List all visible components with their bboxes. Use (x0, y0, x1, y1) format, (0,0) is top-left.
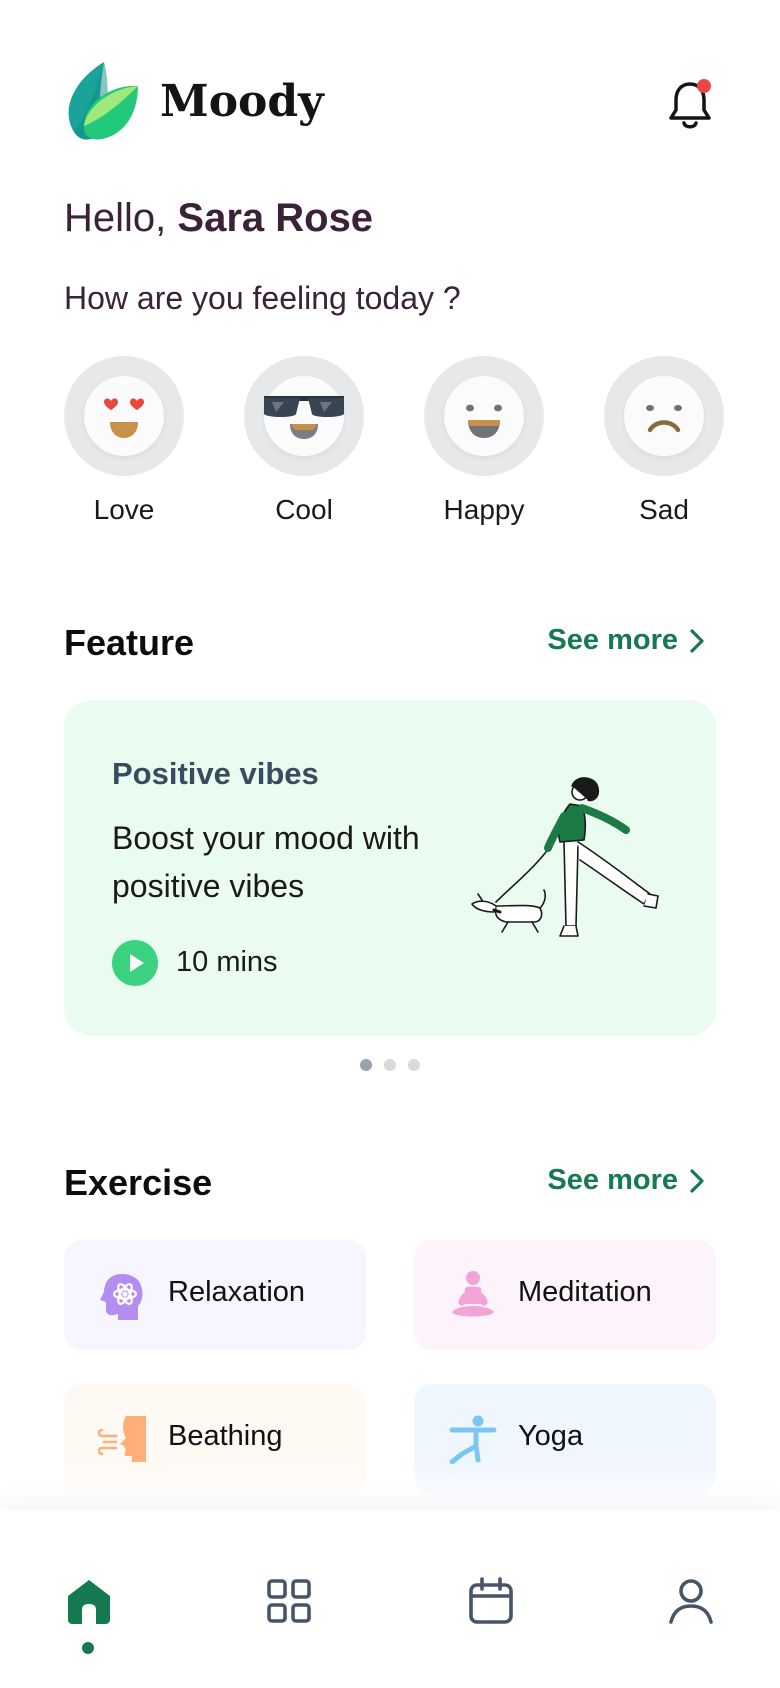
pager-dot[interactable] (360, 1059, 372, 1071)
head-atom-icon (98, 1270, 148, 1320)
user-icon (669, 1579, 713, 1624)
scroll-fade (0, 1460, 780, 1510)
mood-love-ring (64, 356, 184, 476)
mood-cool[interactable]: Cool (244, 356, 364, 526)
leaf-logo-icon (64, 60, 140, 146)
play-icon (130, 954, 144, 972)
mood-happy-ring (424, 356, 544, 476)
feature-duration: 10 mins (176, 946, 278, 978)
user-name: Sara Rose (177, 196, 374, 240)
feature-card-title: Positive vibes (112, 756, 319, 791)
mood-label: Sad (639, 494, 689, 525)
greeting: Hello, Sara Rose (64, 196, 373, 241)
exercise-label: Meditation (518, 1276, 652, 1308)
feature-card[interactable]: Positive vibes Boost your mood with posi… (64, 700, 716, 1036)
woman-walking-dog-illustration (460, 776, 676, 962)
feature-card-description: Boost your mood with positive vibes (112, 820, 420, 904)
mood-cool-ring (244, 356, 364, 476)
exercise-section-title: Exercise (64, 1162, 213, 1203)
notification-bell-icon[interactable] (666, 76, 716, 130)
yoga-icon (448, 1414, 498, 1465)
notification-dot (697, 79, 711, 93)
greeting-prefix: Hello, (64, 196, 178, 240)
feature-see-more-link[interactable]: See more (547, 624, 704, 657)
mood-label: Love (93, 494, 155, 525)
nav-profile[interactable] (666, 1576, 716, 1626)
exercise-relaxation-card[interactable]: Relaxation (64, 1240, 366, 1350)
carousel-pager (360, 1059, 420, 1071)
mood-sad[interactable]: Sad (604, 356, 724, 526)
mood-happy[interactable]: Happy (424, 356, 544, 526)
see-more-label: See more (547, 1164, 678, 1196)
nav-active-indicator (82, 1642, 94, 1654)
happy-face-icon (444, 376, 524, 456)
nav-home[interactable] (64, 1576, 114, 1626)
play-button[interactable] (112, 940, 158, 986)
app-name: Moody (160, 76, 324, 127)
app-header: Moody (64, 60, 716, 150)
home-icon (68, 1580, 110, 1624)
mood-label: Cool (275, 494, 333, 525)
grid-icon (267, 1579, 311, 1623)
exercise-label: Relaxation (168, 1276, 306, 1308)
nav-calendar[interactable] (466, 1576, 516, 1626)
nav-apps[interactable] (264, 1576, 314, 1626)
chevron-right-icon (690, 1168, 704, 1193)
sad-face-icon (624, 376, 704, 456)
exercise-see-more-link[interactable]: See more (547, 1164, 704, 1197)
calendar-icon (469, 1577, 513, 1624)
chevron-right-icon (690, 628, 704, 653)
feature-section-title: Feature (64, 622, 195, 663)
mood-sad-ring (604, 356, 724, 476)
bottom-navigation (0, 1510, 780, 1688)
pager-dot[interactable] (408, 1059, 420, 1071)
pager-dot[interactable] (384, 1059, 396, 1071)
cool-face-icon (264, 376, 344, 456)
mood-question: How are you feeling today ? (64, 280, 461, 316)
exercise-label: Yoga (518, 1420, 584, 1452)
mood-love[interactable]: Love (64, 356, 184, 526)
mood-selector: Love Cool Happy Sad (64, 356, 724, 536)
exercise-meditation-card[interactable]: Meditation (414, 1240, 716, 1350)
meditation-icon (448, 1270, 498, 1320)
breathing-icon (97, 1414, 148, 1464)
exercise-label: Beathing (168, 1420, 283, 1452)
see-more-label: See more (547, 624, 678, 656)
love-face-icon (84, 376, 164, 456)
mood-label: Happy (443, 494, 525, 525)
